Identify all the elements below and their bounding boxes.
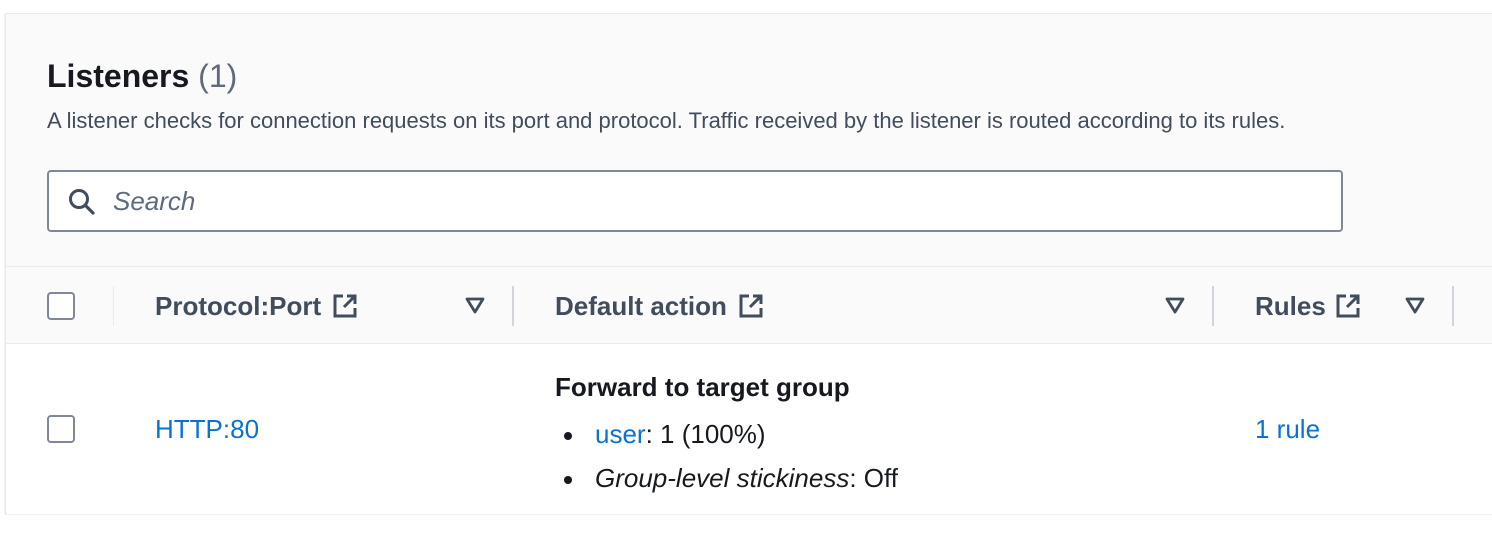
- sort-icon[interactable]: [1164, 294, 1186, 316]
- list-item: Group-level stickiness: Off: [564, 456, 898, 500]
- list-item: user: 1 (100%): [564, 412, 898, 456]
- column-resizer[interactable]: [512, 286, 514, 326]
- column-header-default-action[interactable]: Default action: [555, 289, 765, 323]
- listener-protocol-port-link[interactable]: HTTP:80: [155, 412, 259, 446]
- search-input[interactable]: [113, 172, 1333, 230]
- column-label: Rules: [1255, 291, 1326, 321]
- external-link-icon: [333, 294, 357, 318]
- target-group-link[interactable]: user: [595, 419, 646, 449]
- sort-icon[interactable]: [1404, 294, 1426, 316]
- external-link-icon: [1336, 294, 1360, 318]
- page-title: Listeners (1): [47, 56, 237, 96]
- column-header-protocol-port[interactable]: Protocol:Port: [155, 289, 359, 323]
- table-header: Protocol:Port Default action Rules: [6, 266, 1492, 344]
- stickiness-value: : Off: [849, 463, 898, 493]
- column-label: Protocol:Port: [155, 291, 322, 321]
- column-resizer[interactable]: [1212, 286, 1214, 326]
- listener-count: (1): [198, 58, 238, 94]
- table-body: HTTP:80 Forward to target group user: 1 …: [6, 344, 1492, 514]
- column-header-rules[interactable]: Rules: [1255, 289, 1362, 323]
- select-all-checkbox[interactable]: [47, 292, 75, 320]
- panel-description: A listener checks for connection request…: [47, 108, 1286, 133]
- column-label: Default action: [555, 291, 727, 321]
- title-text: Listeners: [47, 58, 190, 94]
- sort-icon[interactable]: [464, 294, 486, 316]
- search-box[interactable]: [47, 170, 1343, 232]
- default-action-details: user: 1 (100%) Group-level stickiness: O…: [564, 412, 898, 500]
- column-divider: [113, 286, 114, 326]
- rules-link[interactable]: 1 rule: [1255, 412, 1320, 446]
- external-link-icon: [739, 294, 763, 318]
- listeners-panel: Listeners (1) A listener checks for conn…: [5, 13, 1492, 514]
- panel-header: Listeners (1) A listener checks for conn…: [6, 14, 1492, 266]
- search-icon: [69, 189, 95, 215]
- target-weight: : 1 (100%): [645, 419, 766, 449]
- row-select-checkbox[interactable]: [47, 415, 75, 443]
- stickiness-label: Group-level stickiness: [595, 463, 850, 493]
- default-action-title: Forward to target group: [555, 372, 850, 402]
- column-resizer[interactable]: [1452, 286, 1454, 326]
